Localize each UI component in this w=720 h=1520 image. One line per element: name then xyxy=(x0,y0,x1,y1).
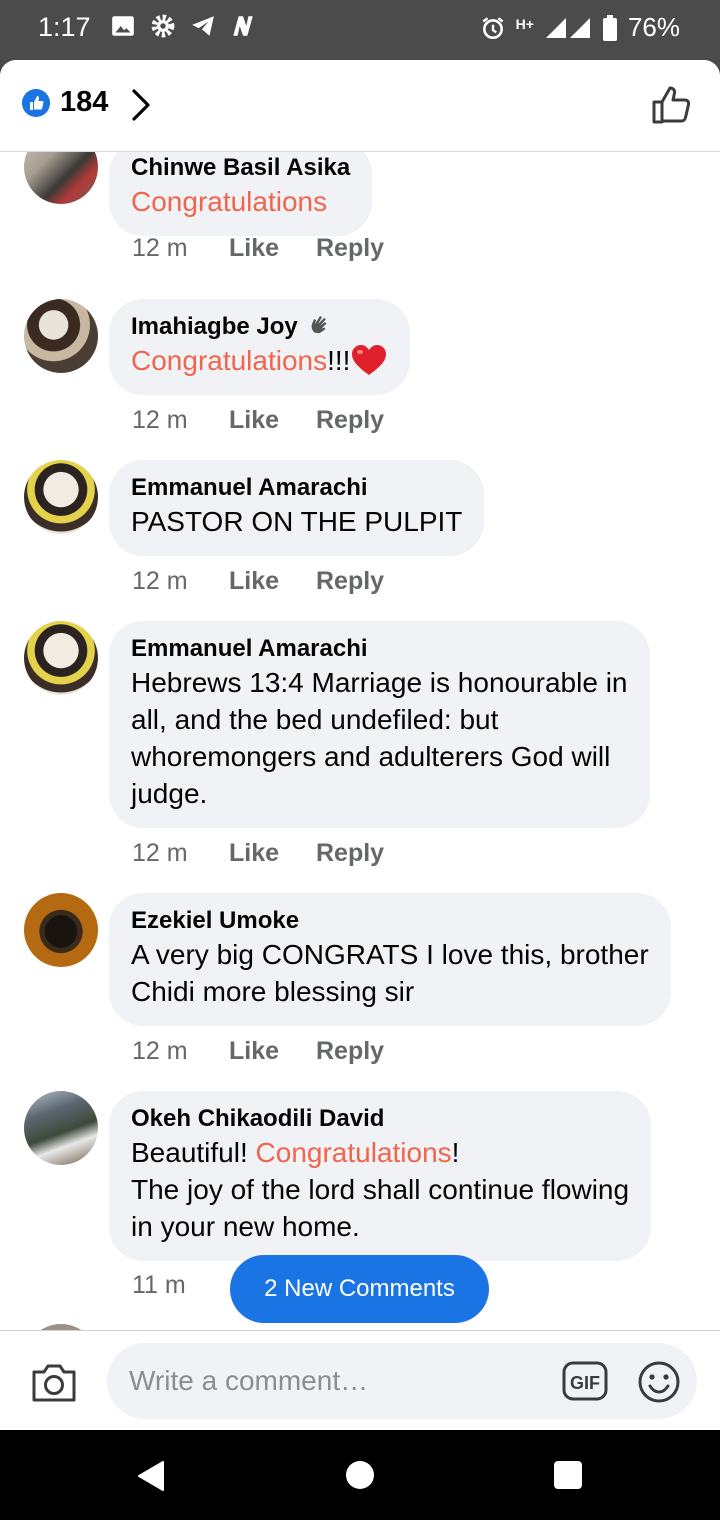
telegram-icon xyxy=(192,16,214,36)
comment-time: 12 m xyxy=(132,234,188,262)
alarm-icon xyxy=(482,16,504,39)
chevron-right-icon[interactable] xyxy=(128,85,154,125)
comment-author[interactable]: Emmanuel Amarachi xyxy=(131,473,462,503)
avatar[interactable] xyxy=(24,893,98,967)
reply-button[interactable]: Reply xyxy=(316,567,384,596)
reply-button[interactable]: Reply xyxy=(316,406,384,435)
thumbs-up-outline-icon[interactable] xyxy=(650,82,694,126)
avatar[interactable] xyxy=(24,299,98,373)
home-icon[interactable] xyxy=(346,1461,374,1489)
comment-line: A very big CONGRATS I love this, brother xyxy=(131,939,649,970)
comment-bubble[interactable]: Okeh Chikaodili David Beautiful! Congrat… xyxy=(109,1091,652,1261)
comment-line: whoremongers and adulterers God will xyxy=(131,741,611,772)
comment-time: 12 m xyxy=(132,406,188,434)
status-bar: 1:17 H+ 76% xyxy=(0,0,720,60)
like-button[interactable]: Like xyxy=(229,406,316,435)
text-segment: !!! xyxy=(327,345,351,376)
status-time: 1:17 xyxy=(38,12,91,42)
avatar[interactable] xyxy=(24,621,98,695)
emoji-icon[interactable] xyxy=(637,1360,681,1404)
comment-text: PASTOR ON THE PULPIT xyxy=(131,506,463,537)
avatar[interactable] xyxy=(24,460,98,534)
comment-text: Congratulations xyxy=(131,183,350,220)
battery-level: 76% xyxy=(627,12,680,42)
comment-composer: GIF xyxy=(0,1330,720,1430)
image-icon xyxy=(112,16,134,36)
comment-author[interactable]: Chinwe Basil Asika xyxy=(131,153,350,183)
like-reaction-icon xyxy=(22,89,50,117)
comment-meta: 12 m Like Reply xyxy=(132,234,384,263)
comment-text: Congratulations!!! xyxy=(131,342,388,379)
gif-icon[interactable]: GIF xyxy=(562,1361,608,1401)
like-button[interactable]: Like xyxy=(229,234,316,263)
comment-author[interactable]: Ezekiel Umoke xyxy=(131,906,649,936)
comment-time: 12 m xyxy=(132,839,188,867)
comment-meta: 11 m xyxy=(132,1271,229,1300)
gif-label: GIF xyxy=(570,1373,600,1393)
avatar[interactable] xyxy=(24,152,98,204)
like-button[interactable]: Like xyxy=(229,567,316,596)
notification-icons xyxy=(110,13,256,39)
wave-icon xyxy=(312,316,327,334)
text-segment: Beautiful! xyxy=(131,1137,256,1168)
comment-bubble[interactable]: Emmanuel Amarachi Hebrews 13:4 Marriage … xyxy=(109,621,650,828)
comment-input[interactable] xyxy=(129,1361,549,1401)
comment-bubble[interactable]: Emmanuel Amarachi PASTOR ON THE PULPIT xyxy=(109,460,485,556)
comment-bubble[interactable]: Imahiagbe Joy Congratulations!!! xyxy=(109,299,411,395)
camera-icon[interactable] xyxy=(30,1362,78,1404)
comment-meta: 12 m Like Reply xyxy=(132,567,384,596)
signal-icon xyxy=(545,17,590,38)
comment-line: all, and the bed undefiled: but xyxy=(131,704,499,735)
comment-line: The joy of the lord shall continue flowi… xyxy=(131,1174,630,1205)
comment-line: Chidi more blessing sir xyxy=(131,976,415,1007)
highlighted-word[interactable]: Congratulations xyxy=(131,186,327,217)
comment-line: judge. xyxy=(131,778,208,809)
comment-time: 11 m xyxy=(132,1271,186,1299)
comments-sheet: 184 Chinwe Basil Asika Congratulations 1… xyxy=(0,60,720,1430)
new-comments-button[interactable]: 2 New Comments xyxy=(230,1255,489,1323)
text-segment: ! xyxy=(451,1137,460,1168)
reaction-count[interactable]: 184 xyxy=(60,86,108,119)
back-icon[interactable] xyxy=(137,1460,165,1492)
comment-time: 12 m xyxy=(132,567,188,595)
n-app-icon xyxy=(233,16,253,36)
comment-time: 12 m xyxy=(132,1037,188,1065)
comment-input-container[interactable]: GIF xyxy=(107,1343,697,1419)
comment-meta: 12 m Like Reply xyxy=(132,406,384,435)
comment-author[interactable]: Okeh Chikaodili David xyxy=(131,1104,629,1134)
status-right: H+ 76% xyxy=(480,12,680,43)
author-name[interactable]: Imahiagbe Joy xyxy=(131,313,298,340)
comment-meta: 12 m Like Reply xyxy=(132,1037,384,1066)
comment-line: in your new home. xyxy=(131,1211,360,1242)
comments-list[interactable]: Chinwe Basil Asika Congratulations 12 m … xyxy=(0,152,720,1330)
battery-icon xyxy=(602,14,617,41)
comment-bubble[interactable]: Chinwe Basil Asika Congratulations xyxy=(109,152,373,236)
like-button[interactable]: Like xyxy=(229,1037,316,1066)
highlighted-word[interactable]: Congratulations xyxy=(256,1137,452,1168)
comment-meta: 12 m Like Reply xyxy=(132,839,384,868)
comment-line: Hebrews 13:4 Marriage is honourable in xyxy=(131,667,628,698)
network-type: H+ xyxy=(515,15,534,32)
reply-button[interactable]: Reply xyxy=(316,839,384,868)
navigation-bar xyxy=(0,1430,720,1520)
recents-icon[interactable] xyxy=(554,1461,582,1489)
like-button[interactable]: Like xyxy=(229,839,316,868)
comment-author[interactable]: Emmanuel Amarachi xyxy=(131,634,628,664)
heart-icon xyxy=(352,345,387,375)
avatar[interactable] xyxy=(24,1091,98,1165)
comment-bubble[interactable]: Ezekiel Umoke A very big CONGRATS I love… xyxy=(109,893,671,1026)
reply-button[interactable]: Reply xyxy=(316,1037,384,1066)
gear-icon xyxy=(151,14,175,38)
comment-author: Imahiagbe Joy xyxy=(131,312,388,342)
highlighted-word[interactable]: Congratulations xyxy=(131,345,327,376)
reply-button[interactable]: Reply xyxy=(316,234,384,263)
comment-line: Beautiful! Congratulations! xyxy=(131,1134,629,1171)
reactions-header: 184 xyxy=(0,60,720,152)
